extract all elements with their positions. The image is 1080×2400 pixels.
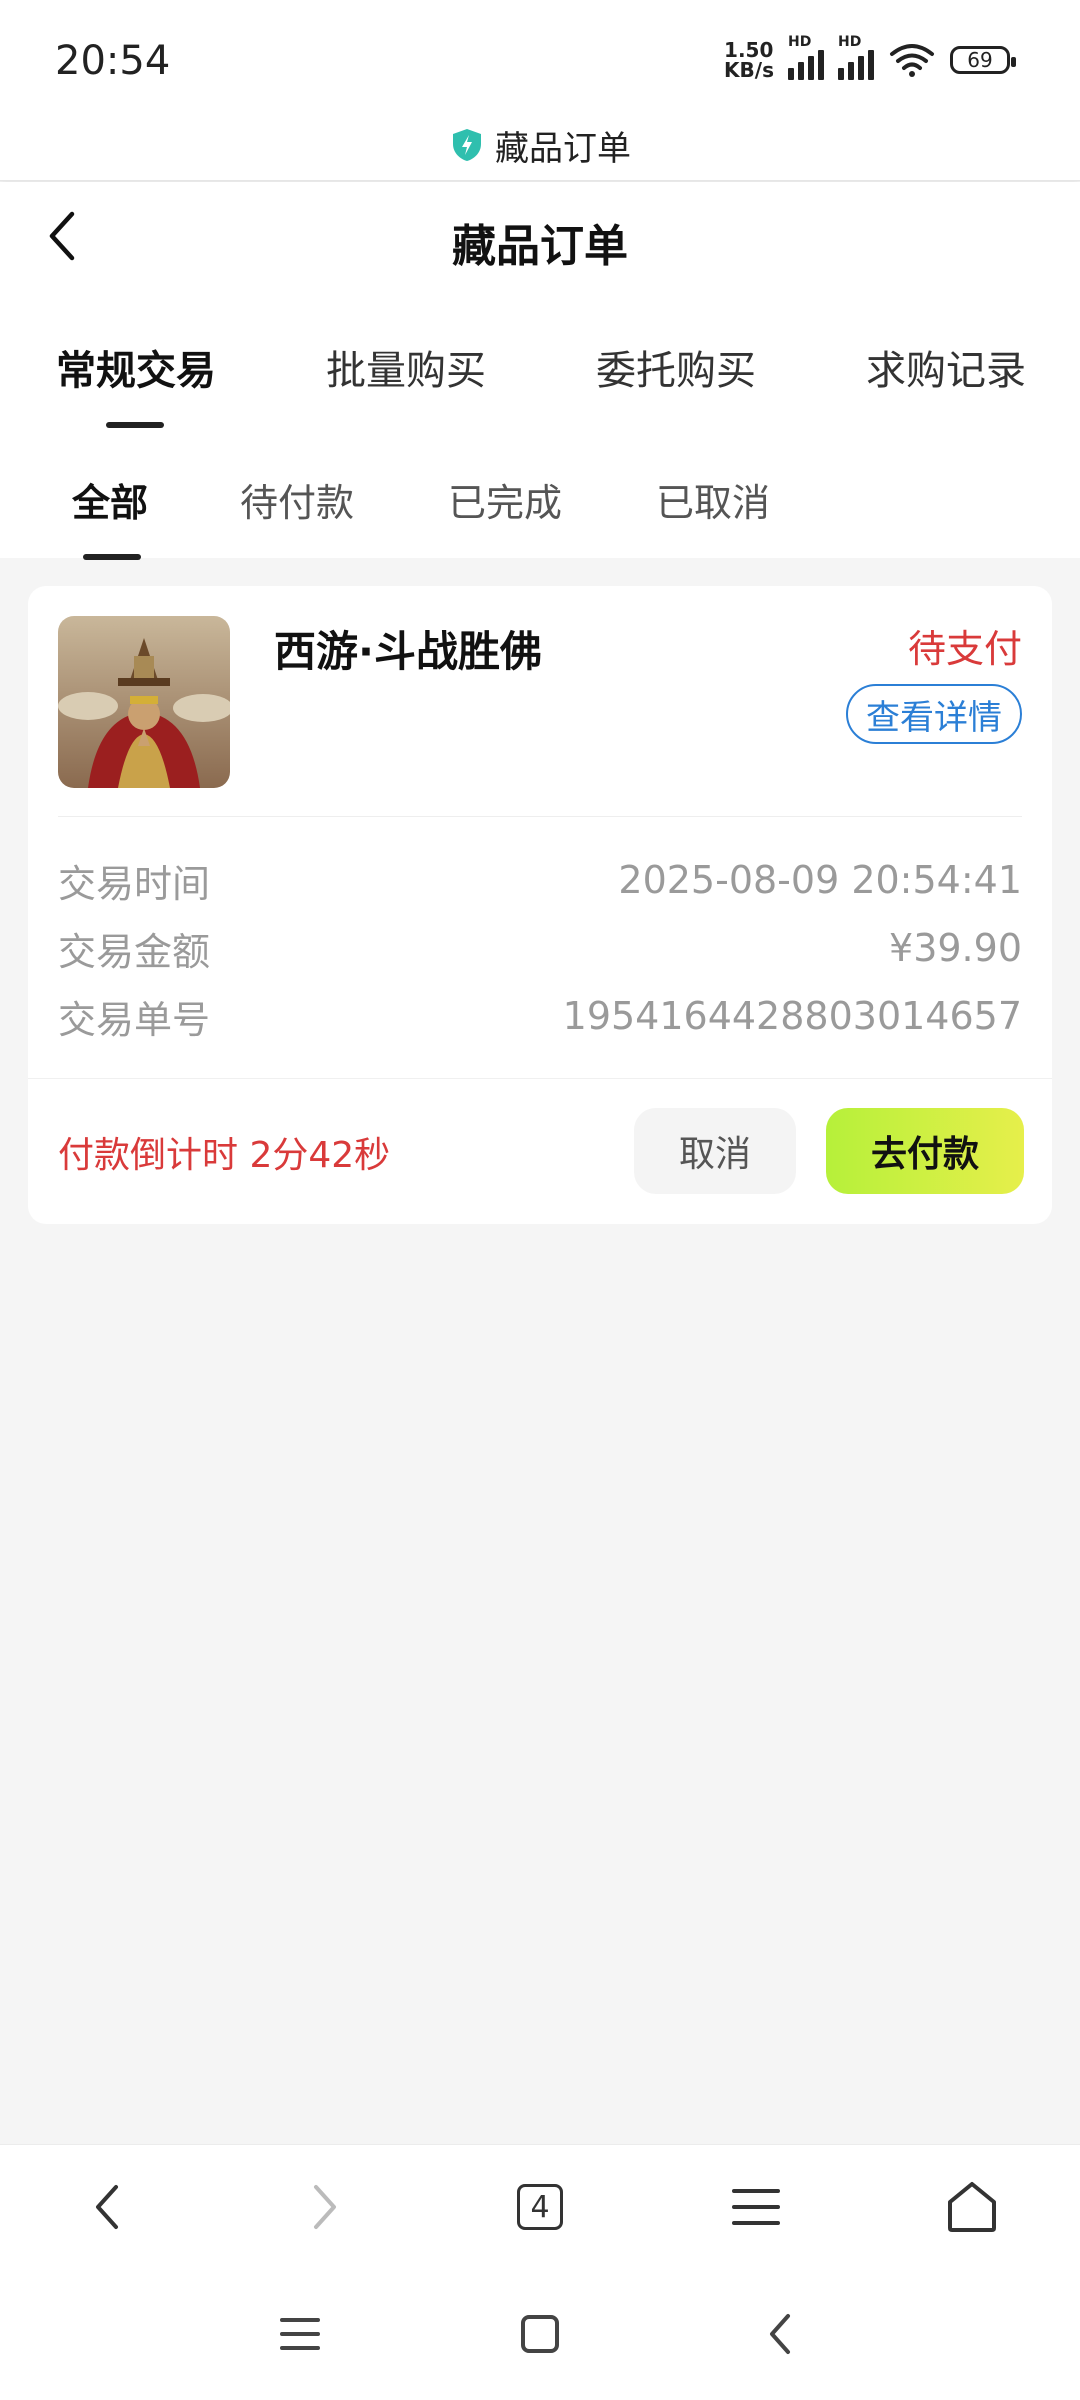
chevron-left-icon [96,2185,118,2229]
tab-cancelled[interactable]: 已取消 [656,472,770,527]
order-status: 待支付 [907,627,1022,671]
status-time: 20:54 [55,38,171,84]
page-title: 藏品订单 [452,221,628,272]
cancel-button[interactable]: 取消 [634,1108,796,1194]
secondary-tabs: 全部 待付款 已完成 已取消 [0,432,1080,560]
divider [58,816,1022,817]
primary-tabs: 常规交易 批量购买 委托购买 求购记录 [0,298,1080,433]
pay-button[interactable]: 去付款 [826,1108,1024,1194]
home-button[interactable] [927,2162,1017,2252]
tab-bulk-purchase[interactable]: 批量购买 [326,338,486,396]
shield-icon [453,129,481,161]
signal-icon-2: HD [838,34,874,80]
system-back-button[interactable] [745,2299,815,2369]
info-value: 2025-08-09 20:54:41 [618,858,1022,902]
tab-regular-trade[interactable]: 常规交易 [56,338,216,396]
info-row-order-number: 交易单号 1954164428803014657 [58,982,1022,1050]
chevron-left-icon [770,2314,790,2354]
tabs-count-icon: 4 [517,2184,563,2230]
secondary-tab-indicator [83,554,141,560]
network-speed: 1.50 KB/s [724,40,774,80]
browser-forward-button[interactable] [279,2162,369,2252]
tab-pending-payment[interactable]: 待付款 [240,472,354,527]
order-card: 西游·斗战胜佛 待支付 查看详情 交易时间 2025-08-09 20:54:4… [28,586,1052,1224]
item-title: 西游·斗战胜佛 [274,627,542,676]
home-icon [948,2182,996,2232]
signal-icon: HD [788,34,824,80]
recent-apps-button[interactable] [265,2299,335,2369]
menu-icon [732,2189,780,2225]
tabs-button[interactable]: 4 [495,2162,585,2252]
tab-all[interactable]: 全部 [72,472,148,527]
chevron-right-icon [314,2185,336,2229]
menu-icon [280,2318,320,2350]
menu-button[interactable] [711,2162,801,2252]
system-nav-bar [0,2268,1080,2400]
status-bar: 20:54 1.50 KB/s HD HD 69 [0,0,1080,120]
divider [28,1078,1052,1079]
tab-completed[interactable]: 已完成 [448,472,562,527]
app-title-row: 藏品订单 [0,110,1080,181]
wifi-icon [890,44,934,77]
hd-label: HD [788,34,812,50]
primary-tab-indicator [106,422,164,428]
network-speed-value: 1.50 [724,38,774,62]
hd-label-2: HD [838,34,862,50]
info-row-time: 交易时间 2025-08-09 20:54:41 [58,846,1022,914]
payment-countdown: 付款倒计时 2分42秒 [58,1135,391,1176]
square-icon [521,2315,559,2353]
battery-icon: 69 [950,46,1016,74]
item-artwork-image [58,616,230,788]
tabs-count: 4 [530,2189,550,2225]
info-label: 交易时间 [58,861,211,906]
view-details-button[interactable]: 查看详情 [846,684,1022,744]
tab-consign-purchase[interactable]: 委托购买 [596,338,756,396]
browser-back-button[interactable] [63,2162,153,2252]
page-header: 藏品订单 [0,182,1080,298]
status-icons: 1.50 KB/s HD HD 69 [724,34,1016,80]
browser-toolbar: 4 [0,2144,1080,2269]
battery-level: 69 [967,48,993,72]
app-title: 藏品订单 [495,128,631,169]
system-home-button[interactable] [505,2299,575,2369]
info-value: 1954164428803014657 [562,994,1022,1038]
network-speed-unit: KB/s [724,58,774,82]
info-label: 交易单号 [58,997,211,1042]
info-value: ¥39.90 [889,926,1022,970]
info-label: 交易金额 [58,929,211,974]
item-thumbnail[interactable] [58,616,230,788]
order-info: 交易时间 2025-08-09 20:54:41 交易金额 ¥39.90 交易单… [58,846,1022,1050]
tab-request-records[interactable]: 求购记录 [866,338,1026,396]
info-row-amount: 交易金额 ¥39.90 [58,914,1022,982]
